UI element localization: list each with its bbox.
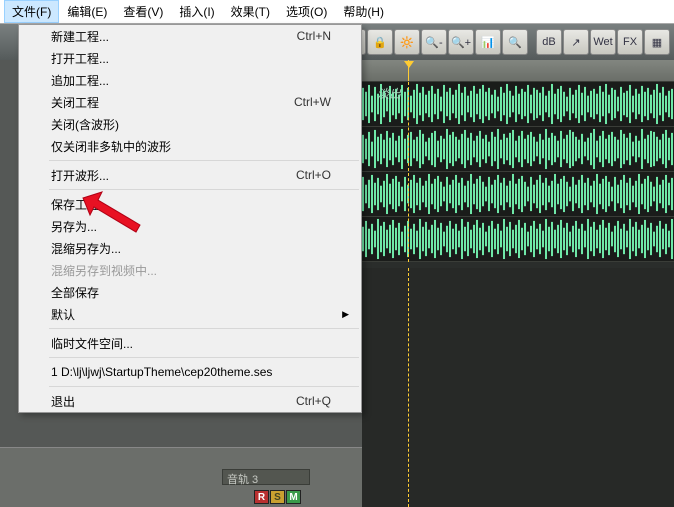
tool-btn[interactable]: 📊	[475, 29, 501, 55]
rsm-buttons: R S M	[254, 490, 301, 504]
menu-item[interactable]: 退出Ctrl+Q	[19, 390, 361, 412]
playhead-line	[408, 82, 409, 262]
playhead-marker[interactable]	[408, 60, 409, 81]
menu-edit[interactable]: 编辑(E)	[59, 0, 115, 23]
menu-separator	[49, 357, 359, 358]
menu-item[interactable]: 打开波形...Ctrl+O	[19, 164, 361, 186]
menu-item[interactable]: 另存为...	[19, 215, 361, 237]
file-menu-dropdown: 新建工程...Ctrl+N 打开工程... 追加工程... 关闭工程Ctrl+W 关闭(…	[18, 24, 362, 413]
menu-item[interactable]: 混缩另存为...	[19, 237, 361, 259]
track-name-label[interactable]: 音轨 3	[222, 469, 310, 485]
tracks-area[interactable]: 淡出	[362, 82, 674, 262]
track-header-panel: 音轨 3 R S M	[0, 447, 362, 507]
menu-effects[interactable]: 效果(T)	[223, 0, 278, 23]
tool-btn[interactable]: 🔒	[367, 29, 393, 55]
menu-shortcut: Ctrl+W	[294, 95, 331, 109]
menu-item-label: 关闭(含波形)	[51, 116, 331, 133]
tool-btn[interactable]: ▦	[644, 29, 670, 55]
menu-item-label: 保存工程	[51, 196, 331, 213]
menu-item[interactable]: 仅关闭非多轨中的波形	[19, 135, 361, 157]
solo-button[interactable]: S	[270, 490, 285, 504]
menu-item-label: 混缩另存为...	[51, 240, 331, 257]
menu-item[interactable]: 全部保存	[19, 281, 361, 303]
menu-item[interactable]: 新建工程...Ctrl+N	[19, 25, 361, 47]
track-clip-label: 淡出	[377, 85, 401, 102]
submenu-arrow-icon: ▶	[342, 309, 349, 320]
menu-item[interactable]: 临时文件空间...	[19, 332, 361, 354]
menu-shortcut: Ctrl+Q	[296, 394, 331, 408]
tool-btn[interactable]: 🔍	[502, 29, 528, 55]
menu-item-label: 临时文件空间...	[51, 335, 331, 352]
menu-item[interactable]: 关闭工程Ctrl+W	[19, 91, 361, 113]
menu-separator	[49, 160, 359, 161]
menu-item-label: 1 D:\lj\ljwj\StartupTheme\cep20theme.ses	[51, 365, 331, 379]
menu-help[interactable]: 帮助(H)	[335, 0, 392, 23]
menu-view[interactable]: 查看(V)	[115, 0, 171, 23]
menu-item-label: 退出	[51, 393, 296, 410]
menu-item-label: 混缩另存到视频中...	[51, 262, 331, 279]
tool-btn-db[interactable]: dB	[536, 29, 562, 55]
menu-item-label: 追加工程...	[51, 72, 331, 89]
menu-item-label: 仅关闭非多轨中的波形	[51, 138, 331, 155]
menu-file[interactable]: 文件(F)	[4, 0, 59, 23]
tool-btn[interactable]: 🔍-	[421, 29, 447, 55]
menu-item[interactable]: 默认 ▶	[19, 303, 361, 325]
menubar: 文件(F) 编辑(E) 查看(V) 插入(I) 效果(T) 选项(O) 帮助(H…	[0, 0, 674, 24]
mute-button[interactable]: M	[286, 490, 301, 504]
menu-separator	[49, 189, 359, 190]
menu-item[interactable]: 1 D:\lj\ljwj\StartupTheme\cep20theme.ses	[19, 361, 361, 383]
menu-item[interactable]: 追加工程...	[19, 69, 361, 91]
menu-item-label: 打开工程...	[51, 50, 331, 67]
menu-item[interactable]: 保存工程	[19, 193, 361, 215]
menu-item-label: 全部保存	[51, 284, 331, 301]
menu-item-label: 另存为...	[51, 218, 331, 235]
time-ruler[interactable]	[362, 60, 674, 82]
tool-btn[interactable]: 🔆	[394, 29, 420, 55]
menu-item: 混缩另存到视频中...	[19, 259, 361, 281]
menu-shortcut: Ctrl+N	[297, 29, 331, 43]
tool-btn-wet[interactable]: Wet	[590, 29, 616, 55]
menu-item[interactable]: 关闭(含波形)	[19, 113, 361, 135]
tool-btn[interactable]: 🔍+	[448, 29, 474, 55]
tool-btn[interactable]: ↗	[563, 29, 589, 55]
menu-item[interactable]: 打开工程...	[19, 47, 361, 69]
playhead-line	[408, 268, 409, 507]
menu-separator	[49, 386, 359, 387]
menu-shortcut: Ctrl+O	[296, 168, 331, 182]
menu-separator	[49, 328, 359, 329]
menu-item-label: 关闭工程	[51, 94, 294, 111]
menu-item-label: 新建工程...	[51, 28, 297, 45]
menu-item-label: 打开波形...	[51, 167, 296, 184]
tool-btn-fx[interactable]: FX	[617, 29, 643, 55]
record-arm-button[interactable]: R	[254, 490, 269, 504]
menu-insert[interactable]: 插入(I)	[171, 0, 222, 23]
menu-item-label: 默认	[51, 306, 331, 323]
empty-tracks[interactable]	[362, 268, 674, 507]
menu-options[interactable]: 选项(O)	[278, 0, 335, 23]
